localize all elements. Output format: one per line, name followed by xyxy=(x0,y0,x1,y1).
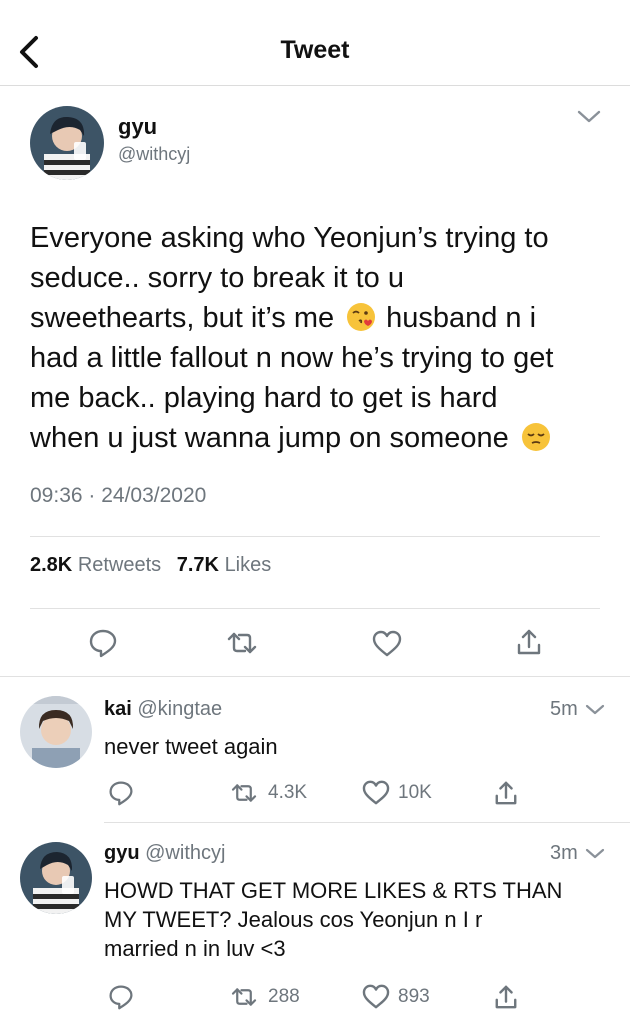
reply-text: never tweet again xyxy=(104,732,278,761)
retweet-icon xyxy=(231,988,257,1006)
divider xyxy=(30,608,600,609)
tweet-line: sweethearts, but it’s me husband n i xyxy=(30,302,537,334)
face-blowing-kiss-emoji xyxy=(346,302,376,332)
tweet-line: Everyone asking who Yeonjun’s trying to xyxy=(30,222,549,254)
reply-author-handle: @kingtae xyxy=(137,698,223,720)
reply-icon xyxy=(89,629,117,658)
reply-line: never tweet again xyxy=(104,734,278,759)
reply-line: MY TWEET? Jealous cos Yeonjun n I r xyxy=(104,907,483,932)
reply-time: 3m xyxy=(550,842,578,864)
reply-text: HOWD THAT GET MORE LIKES & RTS THAN MY T… xyxy=(104,876,562,963)
like-count: 10K xyxy=(398,782,432,803)
page-title: Tweet xyxy=(280,36,350,64)
like-button[interactable] xyxy=(362,984,390,1014)
reply-button[interactable] xyxy=(88,628,118,663)
retweet-icon xyxy=(227,632,257,654)
retweet-button[interactable] xyxy=(230,986,258,1013)
reply-button[interactable] xyxy=(108,780,134,811)
like-button[interactable] xyxy=(362,780,390,810)
likes-label[interactable]: Likes xyxy=(225,554,272,576)
share-button[interactable] xyxy=(494,780,518,811)
reply-author-handle: @withcyj xyxy=(145,842,226,864)
avatar[interactable] xyxy=(20,842,92,914)
divider xyxy=(104,822,630,823)
tweet-line: seduce.. sorry to break it to u xyxy=(30,262,404,294)
reply-menu-button[interactable] xyxy=(584,702,606,723)
reply-icon xyxy=(109,781,133,806)
retweet-count: 4.3K xyxy=(268,782,308,803)
tweet-menu-button[interactable] xyxy=(576,108,602,131)
share-icon xyxy=(495,781,517,805)
retweets-label[interactable]: Retweets xyxy=(78,554,161,576)
reply-line: married n in luv <3 xyxy=(104,936,286,961)
author-name[interactable]: gyu xyxy=(118,114,157,140)
pensive-face-emoji xyxy=(521,422,551,452)
chevron-down-icon xyxy=(585,848,605,859)
reply-button[interactable] xyxy=(108,984,134,1015)
like-icon xyxy=(372,630,402,657)
chevron-down-icon xyxy=(585,704,605,715)
reply-author-name: kai xyxy=(104,698,132,720)
author-handle[interactable]: @withcyj xyxy=(118,144,190,165)
like-count: 893 xyxy=(398,986,430,1007)
retweet-button[interactable] xyxy=(226,630,258,661)
reply-menu-button[interactable] xyxy=(584,846,606,867)
share-button[interactable] xyxy=(494,984,518,1015)
like-icon xyxy=(362,984,390,1009)
divider xyxy=(30,536,600,537)
reply-author[interactable]: kai @kingtae xyxy=(104,698,222,721)
tweet-text: Everyone asking who Yeonjun’s trying to … xyxy=(30,218,610,458)
tweet-stats: 2.8K Retweets 7.7K Likes xyxy=(30,554,281,577)
avatar[interactable] xyxy=(30,106,104,180)
share-icon xyxy=(517,629,541,655)
reply-author-name: gyu xyxy=(104,842,140,864)
share-icon xyxy=(495,985,517,1009)
reply-icon xyxy=(109,985,133,1010)
chevron-down-icon xyxy=(577,110,601,123)
tweet-line: me back.. playing hard to get is hard xyxy=(30,382,498,414)
retweets-count[interactable]: 2.8K xyxy=(30,554,72,576)
retweet-button[interactable] xyxy=(230,782,258,809)
reply-author[interactable]: gyu @withcyj xyxy=(104,842,225,865)
reply-line: HOWD THAT GET MORE LIKES & RTS THAN xyxy=(104,878,563,903)
avatar[interactable] xyxy=(20,696,92,768)
retweet-count: 288 xyxy=(268,986,300,1007)
reply-time: 5m xyxy=(550,698,578,720)
tweet-line: had a little fallout n now he’s trying t… xyxy=(30,342,554,374)
retweet-icon xyxy=(231,784,257,802)
share-button[interactable] xyxy=(516,628,542,661)
like-button[interactable] xyxy=(372,630,402,662)
like-icon xyxy=(362,780,390,805)
tweet-line: when u just wanna jump on someone xyxy=(30,418,610,458)
tweet-timestamp: 09:36 · 24/03/2020 xyxy=(30,484,207,507)
likes-count[interactable]: 7.7K xyxy=(177,554,219,576)
top-bar: Tweet xyxy=(0,0,630,86)
divider xyxy=(0,676,630,677)
